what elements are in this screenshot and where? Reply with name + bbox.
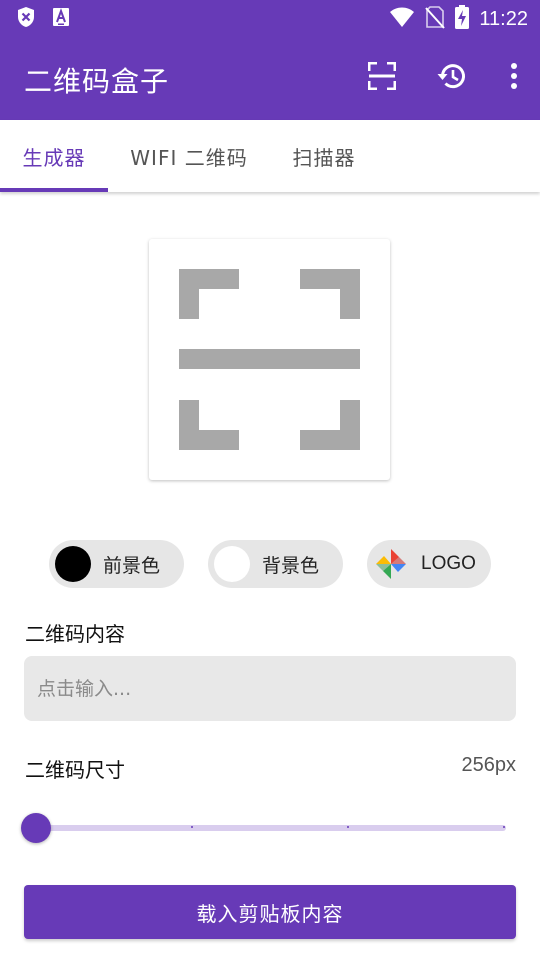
scan-button[interactable] [362,58,402,98]
slider-tick [191,826,193,828]
qr-preview-card[interactable] [149,239,390,480]
app-bar: 二维码盒子 [0,36,540,120]
more-options-button[interactable] [502,58,526,98]
size-value: 256px [461,754,517,776]
content-input[interactable] [24,656,516,721]
no-sim-icon [425,5,446,33]
content-label: 二维码内容 [25,622,125,646]
load-clipboard-button[interactable]: 载入剪贴板内容 [24,885,516,939]
app-title: 二维码盒子 [24,65,170,98]
size-label: 二维码尺寸 [25,758,125,782]
status-time: 11:22 [479,7,528,30]
slider-tick [503,826,505,828]
battery-charging-icon [455,5,470,33]
tab-scanner[interactable]: 扫描器 [270,120,378,192]
history-button[interactable] [432,58,472,98]
tab-generator[interactable]: 生成器 [0,120,108,192]
slider-tick [347,826,349,828]
foreground-color-label: 前景色 [103,554,161,577]
tab-indicator [0,188,108,192]
more-vert-icon [510,63,518,93]
tab-wifi-qr-label: WIFI 二维码 [130,145,248,170]
tab-bar: 生成器 WIFI 二维码 扫描器 [0,120,540,192]
slider-track [36,825,506,831]
size-slider[interactable] [20,810,520,846]
background-color-label: 背景色 [262,554,320,577]
shield-icon [16,6,36,32]
history-icon [436,60,468,96]
status-bar: 11:22 [0,0,540,36]
foreground-color-swatch [55,546,91,582]
logo-label: LOGO [421,553,476,574]
slider-thumb[interactable] [21,813,51,843]
pinwheel-icon [373,546,409,582]
tab-wifi-qr[interactable]: WIFI 二维码 [108,120,270,192]
foreground-color-chip[interactable]: 前景色 [49,540,184,588]
wifi-icon [389,6,415,32]
background-color-chip[interactable]: 背景色 [208,540,343,588]
scan-icon [367,61,397,94]
font-a-icon [52,7,70,31]
background-color-swatch [214,546,250,582]
logo-chip[interactable]: LOGO [367,540,491,588]
